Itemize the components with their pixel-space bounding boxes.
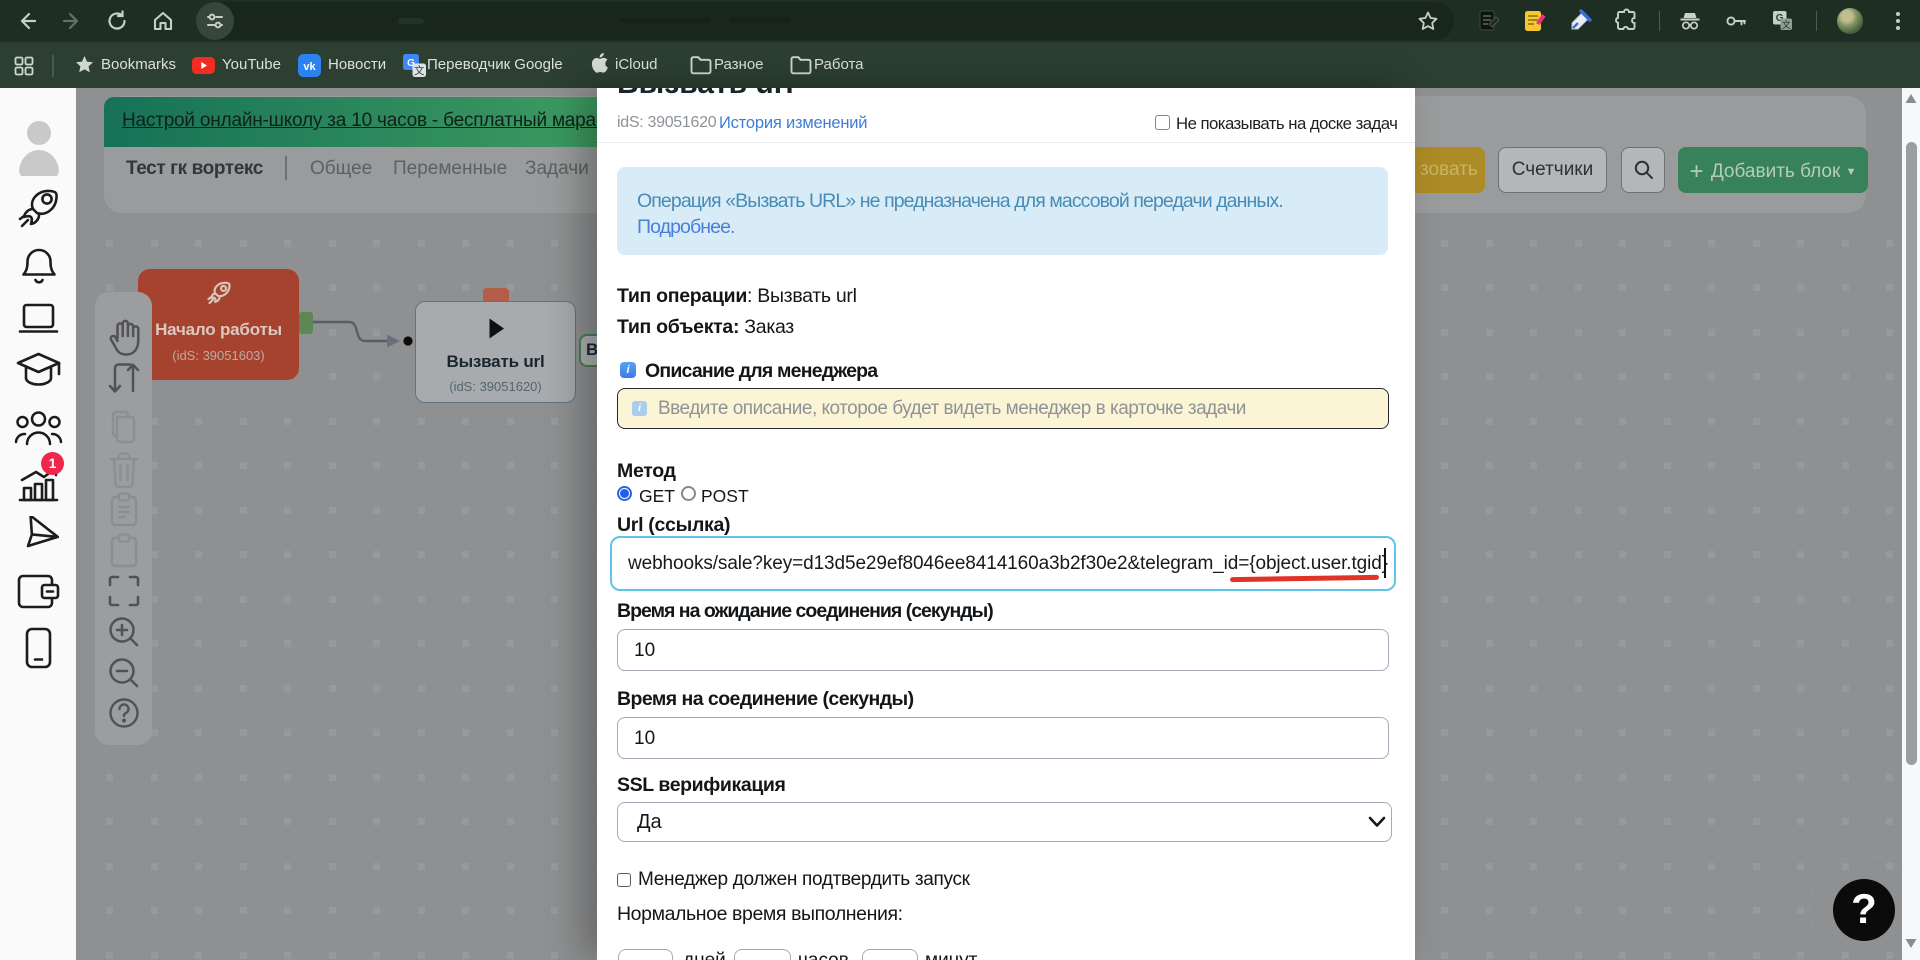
svg-text:文: 文: [414, 64, 425, 77]
svg-text:vk: vk: [303, 61, 316, 73]
svg-text:文: 文: [1782, 19, 1791, 30]
